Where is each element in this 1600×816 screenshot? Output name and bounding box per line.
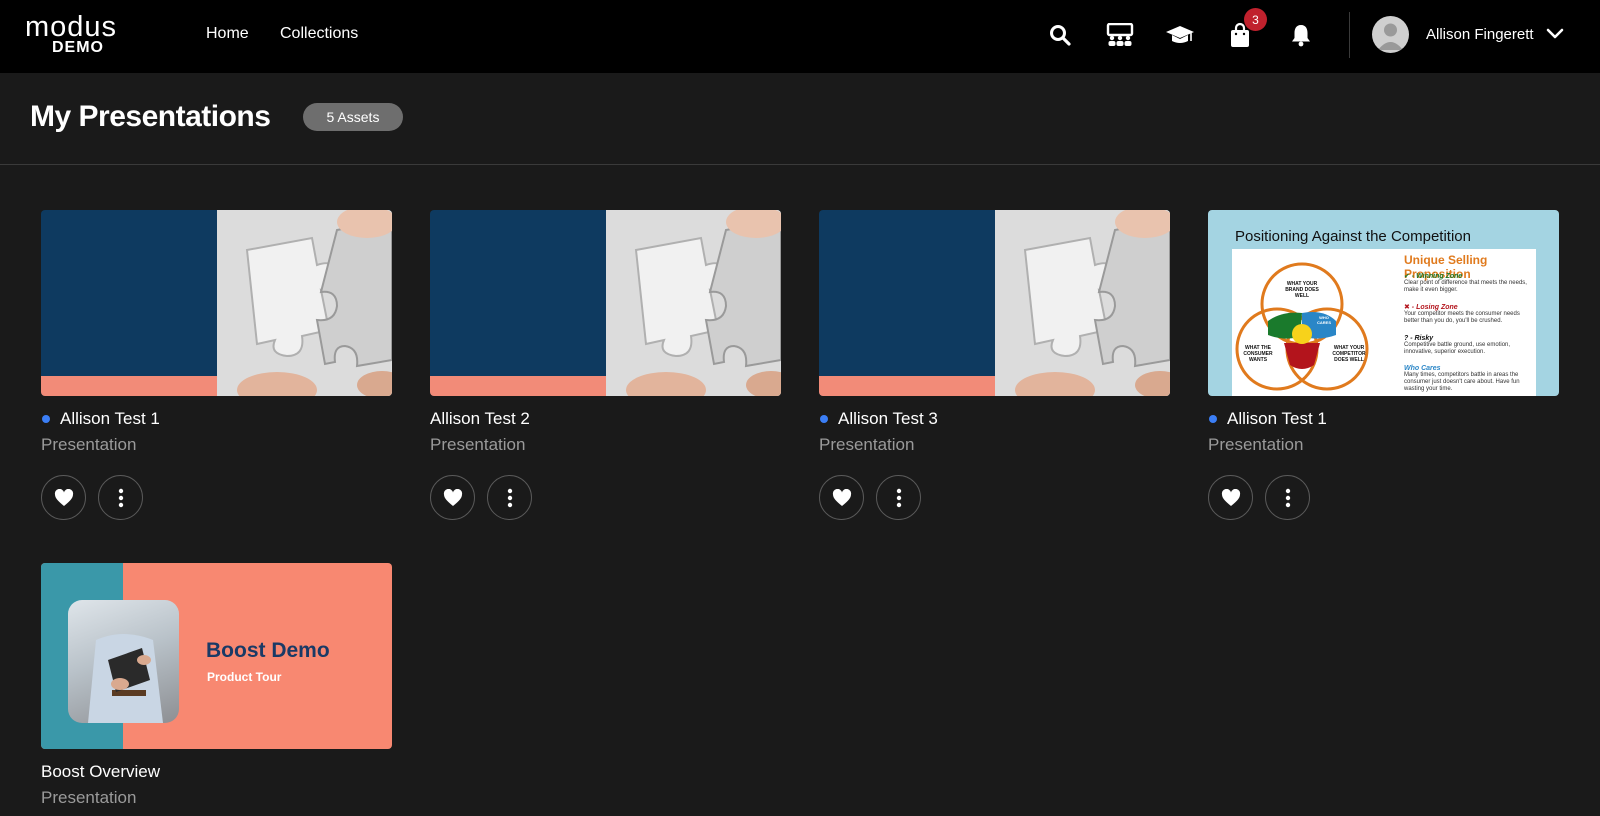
card-thumbnail[interactable]: Positioning Against the Competition WHAT… bbox=[1208, 210, 1559, 396]
heart-icon bbox=[54, 488, 73, 506]
thumb-puzzle-photo bbox=[606, 210, 781, 396]
card-title[interactable]: Allison Test 3 bbox=[819, 408, 1170, 430]
logo-wordmark: modus bbox=[25, 11, 118, 43]
more-options-button[interactable] bbox=[98, 475, 143, 520]
heart-icon bbox=[1221, 488, 1240, 506]
venn-brand-label: WHAT YOUR BRAND DOES WELL bbox=[1285, 281, 1319, 299]
cart-count-badge: 3 bbox=[1244, 8, 1267, 31]
more-options-button[interactable] bbox=[1265, 475, 1310, 520]
presentation-card: Positioning Against the Competition WHAT… bbox=[1208, 210, 1559, 520]
card-actions bbox=[1208, 475, 1559, 520]
photo-illustration bbox=[88, 634, 163, 723]
zone-losing: ✖ - Losing Zone Your competitor meets the… bbox=[1404, 304, 1520, 324]
card-title-text: Boost Overview bbox=[41, 762, 161, 781]
more-options-button[interactable] bbox=[876, 475, 921, 520]
favorite-button[interactable] bbox=[819, 475, 864, 520]
user-avatar[interactable] bbox=[1372, 16, 1409, 53]
person-with-tablet-image bbox=[68, 600, 179, 723]
thumb-puzzle-photo bbox=[217, 210, 392, 396]
card-thumbnail[interactable]: Boost Demo Product Tour bbox=[41, 563, 392, 749]
card-actions bbox=[41, 475, 392, 520]
chevron-down-icon[interactable] bbox=[1545, 26, 1565, 42]
card-title-text: Allison Test 2 bbox=[430, 409, 530, 428]
header-separator bbox=[0, 164, 1600, 165]
more-vertical-icon bbox=[507, 488, 512, 507]
slide-content-panel: WHAT YOUR BRAND DOES WELL WHO CARES WHAT… bbox=[1232, 249, 1536, 396]
graduation-cap-icon[interactable] bbox=[1165, 20, 1195, 50]
more-vertical-icon bbox=[1285, 488, 1290, 507]
more-options-button[interactable] bbox=[487, 475, 532, 520]
favorite-button[interactable] bbox=[41, 475, 86, 520]
heart-icon bbox=[443, 488, 462, 506]
unread-dot bbox=[1209, 415, 1217, 423]
puzzle-piece-image bbox=[217, 210, 392, 396]
page-title: My Presentations bbox=[30, 100, 271, 133]
nav-collections-link[interactable]: Collections bbox=[280, 25, 358, 43]
bell-icon[interactable] bbox=[1286, 20, 1316, 50]
card-title-text: Allison Test 1 bbox=[60, 409, 160, 428]
header-divider bbox=[1349, 12, 1350, 58]
card-title[interactable]: Allison Test 2 bbox=[430, 408, 781, 430]
search-icon[interactable] bbox=[1045, 20, 1075, 50]
modus-logo[interactable]: modus DEMO bbox=[25, 13, 135, 57]
top-navigation-bar: modus DEMO Home Collections 3 Allison Fi… bbox=[0, 0, 1600, 73]
card-title-text: Allison Test 1 bbox=[1227, 409, 1327, 428]
more-vertical-icon bbox=[118, 488, 123, 507]
thumb-salmon-stripe bbox=[819, 376, 995, 396]
card-actions bbox=[819, 475, 1170, 520]
card-type: Presentation bbox=[1208, 435, 1304, 454]
favorite-button[interactable] bbox=[430, 475, 475, 520]
user-name-menu[interactable]: Allison Fingerett bbox=[1426, 26, 1534, 43]
thumb-navy-panel bbox=[430, 210, 606, 396]
presentation-card: Allison Test 3 Presentation bbox=[819, 210, 1170, 520]
nav-home-link[interactable]: Home bbox=[206, 25, 249, 43]
puzzle-piece-image bbox=[995, 210, 1170, 396]
user-silhouette-icon bbox=[1378, 23, 1403, 50]
favorite-button[interactable] bbox=[1208, 475, 1253, 520]
thumb-puzzle-photo bbox=[995, 210, 1170, 396]
thumb-salmon-stripe bbox=[430, 376, 606, 396]
card-type: Presentation bbox=[41, 788, 137, 807]
zone-winning: ✔ - Winning Zone Clear point of differenc… bbox=[1404, 273, 1527, 293]
zone-who-cares: Who Cares Many times, competitors battle … bbox=[1404, 365, 1520, 392]
card-thumbnail[interactable] bbox=[819, 210, 1170, 396]
card-thumbnail[interactable] bbox=[41, 210, 392, 396]
puzzle-piece-image bbox=[606, 210, 781, 396]
card-title-text: Allison Test 3 bbox=[838, 409, 938, 428]
venn-competitor-label: WHAT YOUR COMPETITOR DOES WELL bbox=[1332, 345, 1366, 363]
card-actions bbox=[430, 475, 781, 520]
card-thumbnail[interactable] bbox=[430, 210, 781, 396]
card-title[interactable]: Allison Test 1 bbox=[1208, 408, 1559, 430]
card-type: Presentation bbox=[819, 435, 915, 454]
unread-dot bbox=[42, 415, 50, 423]
thumb-navy-panel bbox=[41, 210, 217, 396]
card-type: Presentation bbox=[41, 435, 137, 454]
presentation-card: Allison Test 1 Presentation bbox=[41, 210, 392, 520]
thumb-navy-panel bbox=[819, 210, 995, 396]
presentation-card: Boost Demo Product Tour Boost Overview P… bbox=[41, 563, 392, 808]
presentation-card: Allison Test 2 Presentation bbox=[430, 210, 781, 520]
slide-title: Positioning Against the Competition bbox=[1235, 228, 1471, 245]
venn-consumer-label: WHAT THE CONSUMER WANTS bbox=[1243, 345, 1273, 363]
slide-subtitle: Product Tour bbox=[207, 670, 282, 684]
heart-icon bbox=[832, 488, 851, 506]
venn-who-cares-label: WHO CARES bbox=[1316, 315, 1331, 325]
thumb-salmon-stripe bbox=[41, 376, 217, 396]
more-vertical-icon bbox=[896, 488, 901, 507]
presentation-icon[interactable] bbox=[1105, 20, 1135, 50]
card-title[interactable]: Boost Overview bbox=[41, 761, 392, 783]
card-type: Presentation bbox=[430, 435, 526, 454]
unread-dot bbox=[820, 415, 828, 423]
zone-risky: ? - Risky Competitive battle ground, use … bbox=[1404, 335, 1511, 355]
card-title[interactable]: Allison Test 1 bbox=[41, 408, 392, 430]
logo-subtitle: DEMO bbox=[52, 39, 104, 56]
slide-title: Boost Demo bbox=[206, 639, 330, 662]
asset-count-badge: 5 Assets bbox=[303, 103, 403, 131]
